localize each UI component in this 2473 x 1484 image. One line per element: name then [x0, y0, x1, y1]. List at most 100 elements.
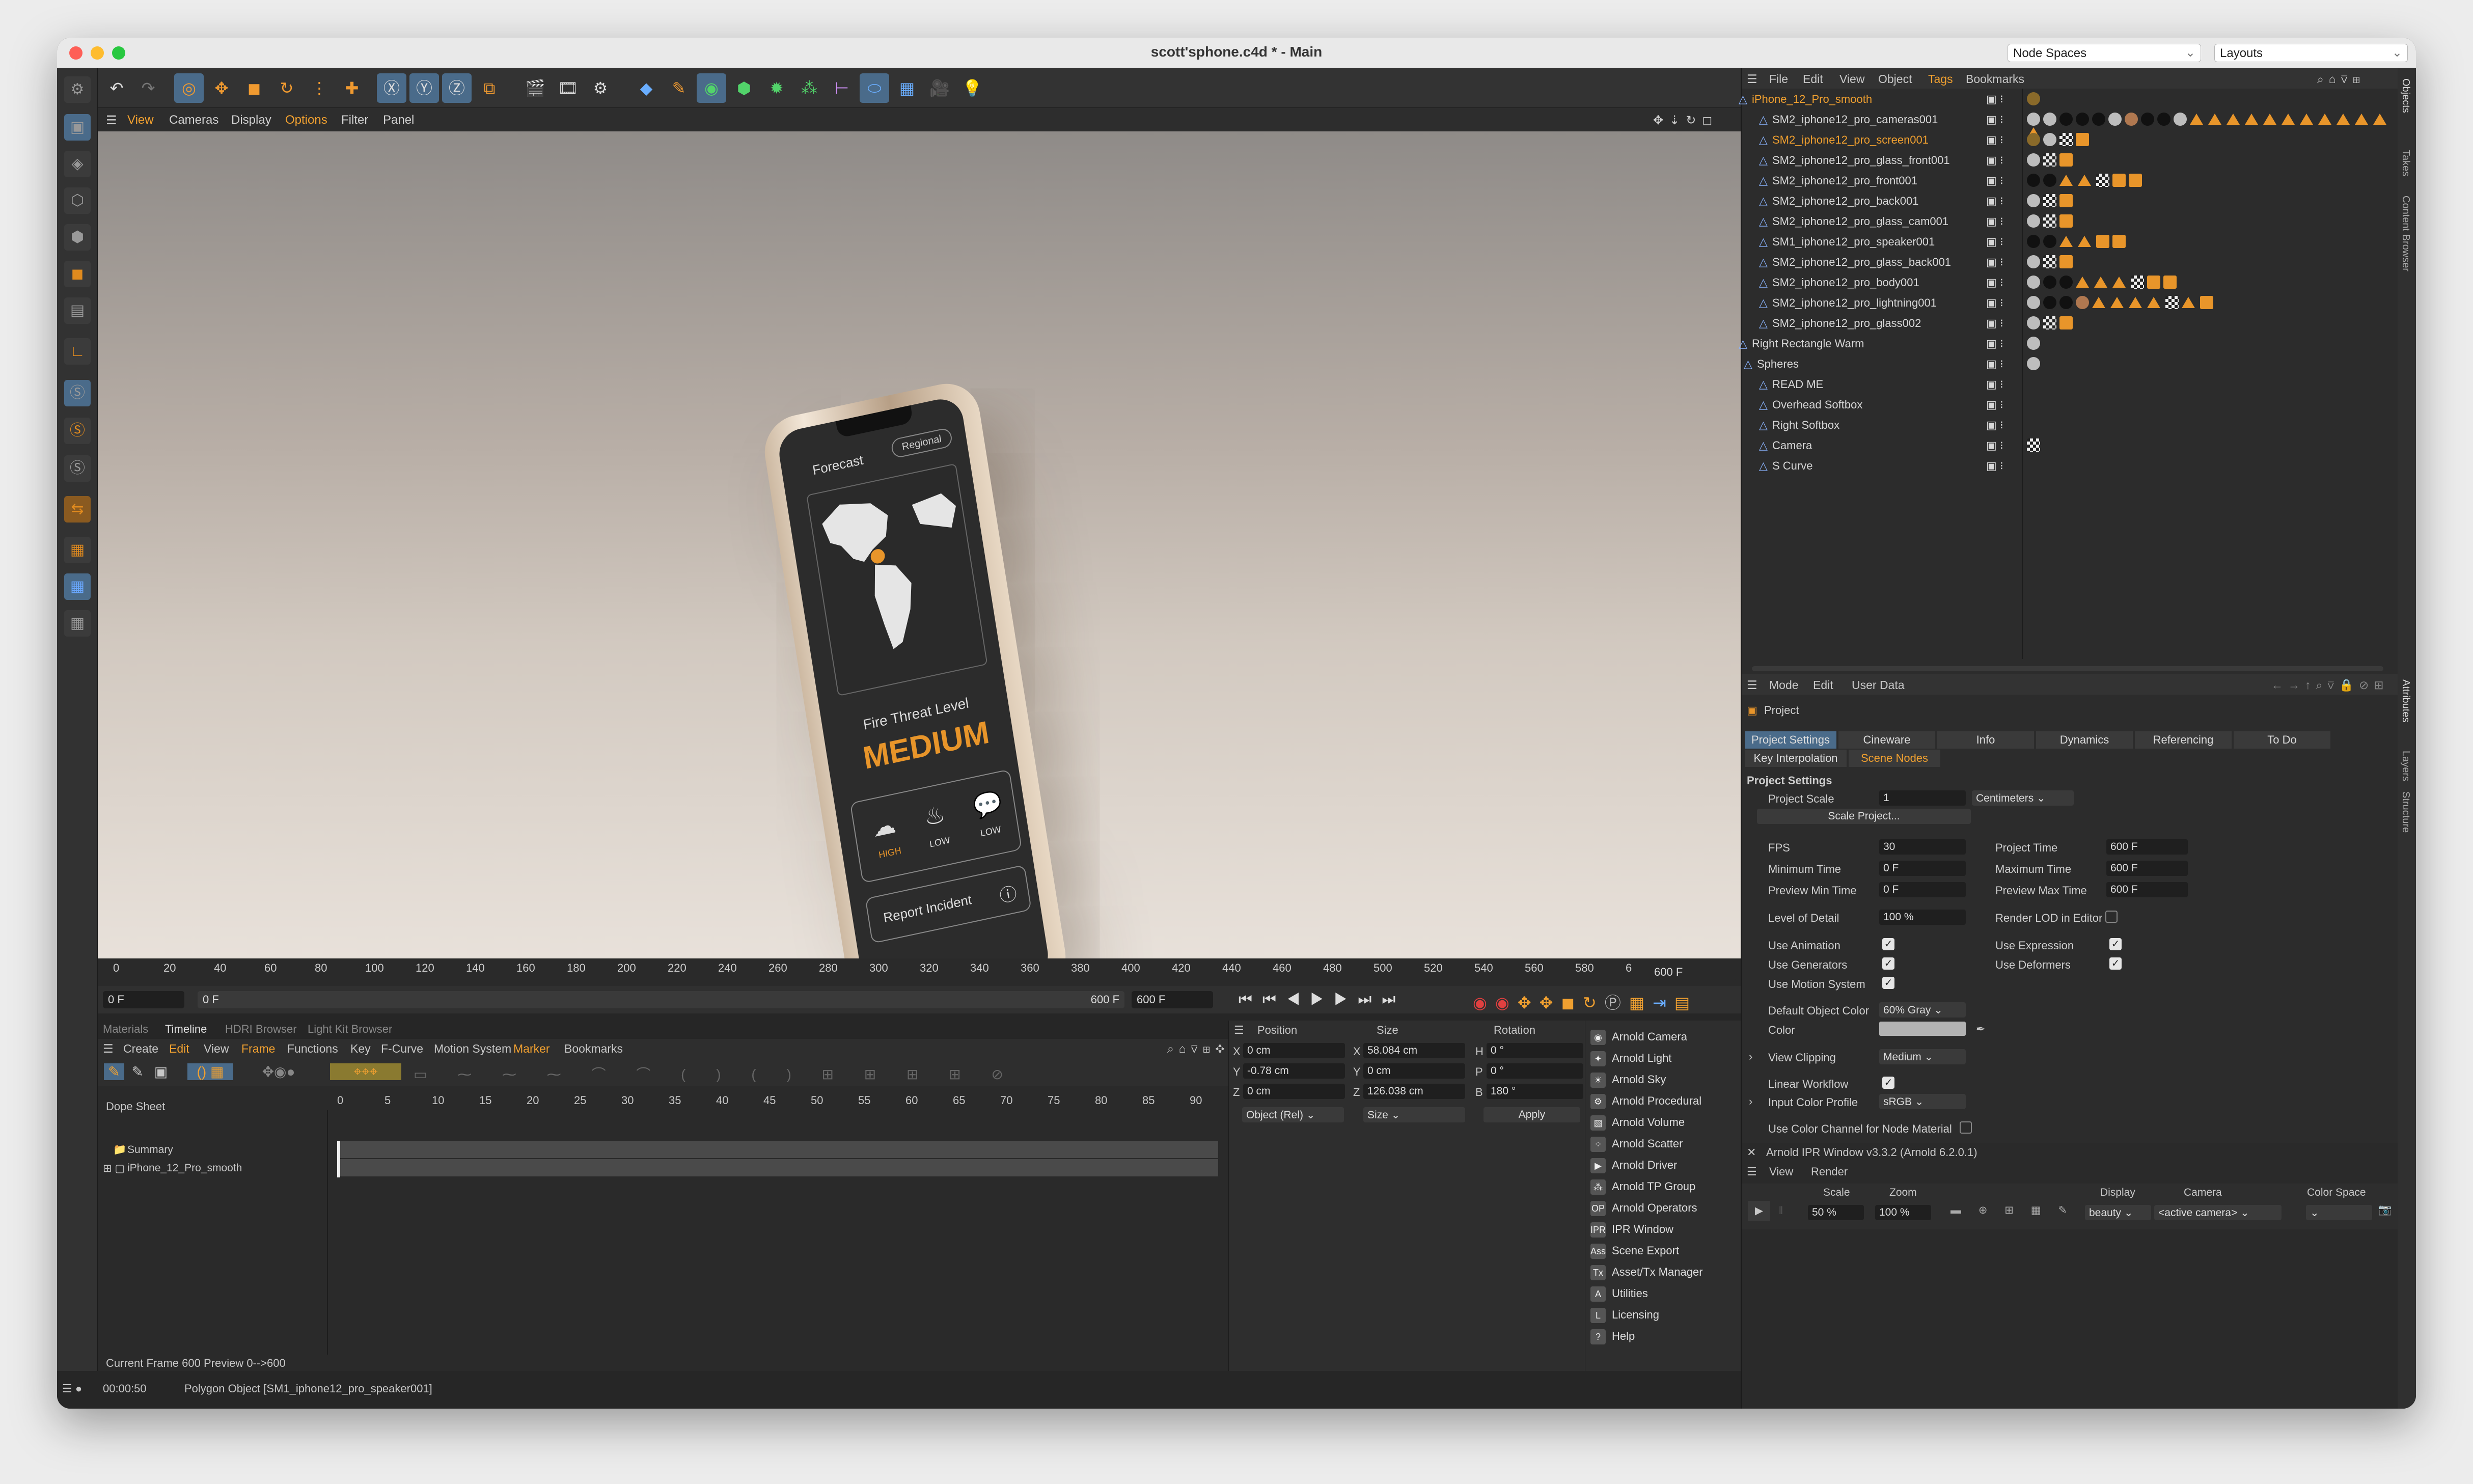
key-position-icon[interactable]: ✥	[1518, 994, 1540, 1012]
coord-pos-field[interactable]: 0 cm	[1243, 1043, 1345, 1058]
ipr-view-icons[interactable]: ▬ ⊕ ⊞ ▦ ✎	[1950, 1204, 2074, 1217]
scale-project-button[interactable]: Scale Project...	[1757, 809, 1971, 824]
arnold-menu-item[interactable]: ☀ Arnold Sky	[1590, 1069, 1666, 1090]
visibility-toggle-icon[interactable]: ▣ ⁝	[1986, 459, 2003, 473]
material-tag-icon[interactable]	[2027, 214, 2040, 228]
material-tag-icon[interactable]	[2027, 92, 2040, 106]
visibility-toggle-icon[interactable]: ▣ ⁝	[1986, 296, 2003, 310]
track-iphone[interactable]: ⊞ ▢ iPhone_12_Pro_smooth	[98, 1159, 1218, 1176]
arnold-menu-item[interactable]: L Licensing	[1590, 1305, 1659, 1325]
workplane-icon[interactable]: ▦	[64, 537, 91, 563]
key-scale-icon[interactable]: ◼	[1561, 994, 1583, 1012]
tl-menu-edit[interactable]: Edit	[169, 1042, 189, 1056]
checker-tag-icon[interactable]	[2096, 174, 2109, 187]
vtab-objects[interactable]: Objects	[2400, 78, 2411, 113]
visibility-toggle-icon[interactable]: ▣ ⁝	[1986, 133, 2003, 147]
recent-tool-icon[interactable]: ⋮	[305, 73, 334, 103]
uv-tag-icon[interactable]	[2129, 174, 2142, 187]
tl-menu-motion-system[interactable]: Motion System	[434, 1042, 511, 1056]
tl-tools-icon[interactable]: ▭ ⁓ ⁓ ⁓ ⌒ ⌒ ( ) ( ) ⊞ ⊞ ⊞ ⊞ ⊘	[414, 1063, 1126, 1084]
tl-mode-fcurve-icon[interactable]: ✎	[127, 1063, 148, 1080]
tab-dynamics[interactable]: Dynamics	[2036, 731, 2133, 749]
default-color-select[interactable]: 60% Gray ⌄	[1879, 1002, 1966, 1018]
field-icon[interactable]: ⬭	[860, 73, 889, 103]
material-tag-icon[interactable]	[2027, 337, 2040, 350]
texture-tag-icon[interactable]	[2147, 297, 2160, 309]
material-tag-icon[interactable]	[2027, 276, 2040, 289]
checker-tag-icon[interactable]	[2027, 438, 2040, 452]
prev-key-icon[interactable]: ⏮	[1262, 991, 1286, 1008]
ipr-camera-select[interactable]: <active camera> ⌄	[2154, 1205, 2282, 1220]
attr-menu-mode[interactable]: Mode	[1769, 678, 1799, 692]
eyedropper-icon[interactable]: ✒	[1976, 1023, 1985, 1036]
om-menu-view[interactable]: View	[1839, 72, 1864, 86]
apply-button[interactable]: Apply	[1483, 1107, 1580, 1122]
snap-icon[interactable]: Ⓢ	[64, 380, 91, 406]
tab-todo[interactable]: To Do	[2234, 731, 2330, 749]
material-tag-icon[interactable]	[2027, 194, 2040, 208]
node-spaces-select[interactable]: Node Spaces ⌄	[2008, 44, 2201, 62]
planar-workplane-icon[interactable]: ▦	[64, 573, 91, 600]
uv-tag-icon[interactable]	[2059, 214, 2073, 228]
key-param-icon[interactable]: Ⓟ	[1605, 994, 1629, 1012]
uv-tag-icon[interactable]	[2163, 276, 2177, 289]
vtab-structure[interactable]: Structure	[2400, 791, 2411, 833]
vtab-layers[interactable]: Layers	[2400, 751, 2411, 781]
ipr-snapshot-icon[interactable]: 📷	[2378, 1204, 2392, 1216]
rotate-tool-icon[interactable]: ↻	[272, 73, 301, 103]
object-row[interactable]: △ SM2_iphone12_pro_glass_cam001 ▣ ⁝	[1742, 211, 2399, 231]
material-tag-icon[interactable]	[2043, 133, 2056, 147]
object-row[interactable]: △ Spheres ▣ ⁝	[1742, 353, 2399, 374]
ipr-display-select[interactable]: beauty ⌄	[2085, 1205, 2151, 1220]
go-start-icon[interactable]: ⏮	[1239, 991, 1262, 1008]
project-time-field[interactable]: 600 F	[2106, 839, 2188, 855]
coord-rot-field[interactable]: 180 °	[1487, 1084, 1583, 1099]
menu-cameras[interactable]: Cameras	[169, 113, 218, 127]
ipr-color-space-select[interactable]: ⌄	[2306, 1205, 2372, 1220]
visibility-toggle-icon[interactable]: ▣ ⁝	[1986, 113, 2003, 126]
view-clipping-select[interactable]: Medium ⌄	[1879, 1049, 1966, 1064]
visibility-toggle-icon[interactable]: ▣ ⁝	[1986, 195, 2003, 208]
texture-tag-icon[interactable]	[2059, 175, 2073, 186]
om-menu-bookmarks[interactable]: Bookmarks	[1966, 72, 2024, 86]
coords-menu-icon[interactable]: ☰	[1234, 1024, 1244, 1037]
coords-size-select[interactable]: Size ⌄	[1363, 1107, 1465, 1122]
playhead[interactable]	[337, 1141, 340, 1177]
use-animation-checkbox[interactable]: ✓	[1882, 938, 1894, 950]
use-channel-checkbox[interactable]	[1960, 1121, 1972, 1134]
texture-tag-icon[interactable]	[2059, 236, 2073, 248]
texture-tag-icon[interactable]	[2092, 297, 2105, 309]
tl-menu-create[interactable]: Create	[123, 1042, 158, 1056]
material-tag-icon[interactable]	[2043, 174, 2056, 187]
visibility-toggle-icon[interactable]: ▣ ⁝	[1986, 439, 2003, 452]
next-key-icon[interactable]: ⏭	[1358, 991, 1382, 1008]
texture-tag-icon[interactable]	[2337, 114, 2350, 125]
coord-size-field[interactable]: 126.038 cm	[1363, 1084, 1465, 1099]
coord-pos-field[interactable]: -0.78 cm	[1243, 1063, 1345, 1079]
arnold-menu-item[interactable]: ✦ Arnold Light	[1590, 1048, 1671, 1068]
checker-tag-icon[interactable]	[2131, 276, 2144, 289]
object-row[interactable]: △ SM2_iphone12_pro_cameras001 ▣ ⁝	[1742, 109, 2399, 139]
track-summary[interactable]: 📁 Summary	[98, 1141, 1218, 1158]
material-tag-icon[interactable]	[2027, 174, 2040, 187]
record-icon[interactable]: ◉	[1473, 994, 1495, 1012]
texture-tag-icon[interactable]	[2300, 114, 2313, 125]
material-tag-icon[interactable]	[2043, 235, 2056, 249]
use-motion-checkbox[interactable]: ✓	[1882, 977, 1894, 989]
texture-tag-icon[interactable]	[2208, 114, 2221, 125]
texture-tag-icon[interactable]	[2245, 114, 2258, 125]
vtab-takes[interactable]: Takes	[2400, 150, 2411, 176]
key-move-icon[interactable]: ✥	[1540, 994, 1561, 1012]
object-row[interactable]: △ S Curve ▣ ⁝	[1742, 455, 2399, 476]
visibility-toggle-icon[interactable]: ▣ ⁝	[1986, 215, 2003, 228]
visibility-toggle-icon[interactable]: ▣ ⁝	[1986, 174, 2003, 187]
array-icon[interactable]: ⁂	[794, 73, 824, 103]
visibility-toggle-icon[interactable]: ▣ ⁝	[1986, 276, 2003, 289]
tl-add-key-icon[interactable]: ⌖⌖⌖	[330, 1063, 401, 1080]
arnold-menu-item[interactable]: ⚙ Arnold Procedural	[1590, 1091, 1701, 1111]
tab-hdri-browser[interactable]: HDRI Browser	[225, 1023, 297, 1036]
om-menu-tags[interactable]: Tags	[1928, 72, 1953, 86]
texture-tag-icon[interactable]	[2110, 297, 2124, 309]
texture-tag-icon[interactable]	[2076, 277, 2089, 288]
arnold-menu-item[interactable]: ▶ Arnold Driver	[1590, 1155, 1677, 1175]
